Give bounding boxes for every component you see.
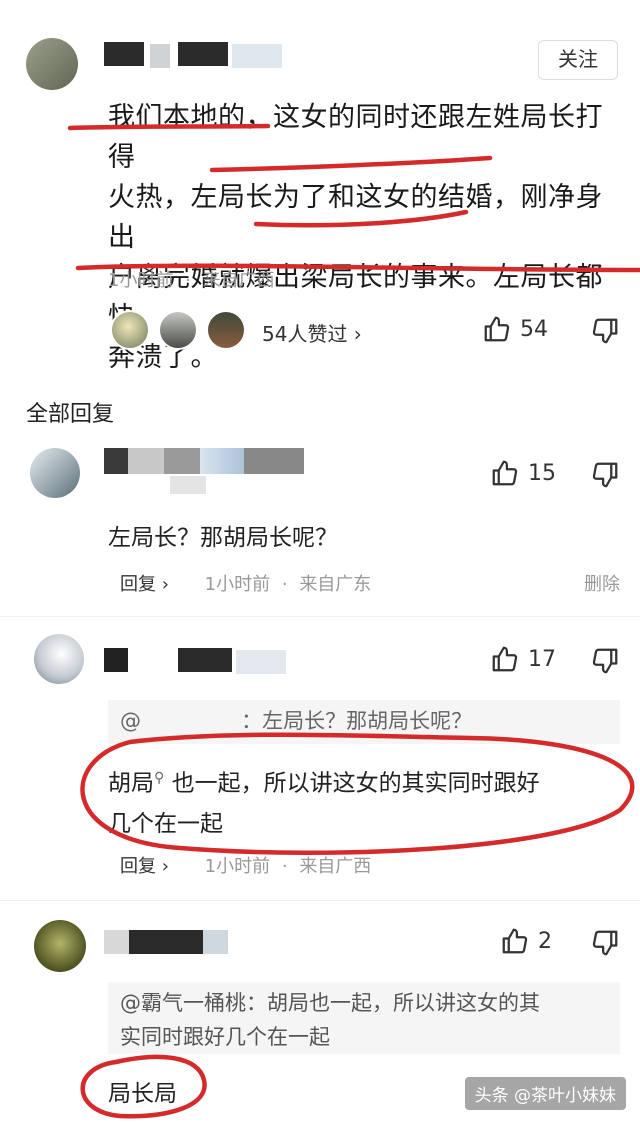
reply-avatar[interactable]: [34, 920, 86, 972]
author-avatar[interactable]: [26, 38, 78, 90]
thumbs-down-icon[interactable]: [590, 460, 620, 490]
reply-like-count: 2: [538, 928, 552, 954]
reply-meta: 回复 › 1小时前 · 来自广东 删除: [120, 570, 620, 596]
post-line: 火热，左局长为了和这女的结婚，刚净身出: [108, 182, 603, 253]
thumbs-down-icon[interactable]: [590, 646, 620, 676]
reply-time: 1小时前: [204, 574, 271, 595]
author-name-redacted-4: [232, 44, 282, 68]
divider: [0, 900, 640, 901]
thumbs-down-icon[interactable]: [590, 928, 620, 958]
liker-avatar[interactable]: [110, 310, 150, 350]
thumbs-up-icon: [492, 460, 518, 486]
quoted-reply-text: @ ：左局长？那胡局长呢？: [120, 709, 473, 733]
divider: [0, 616, 640, 617]
reply-name-redacted: [104, 648, 128, 672]
reply-time: 1小时前: [204, 856, 271, 877]
post-like-button[interactable]: 54: [482, 314, 548, 344]
reply-text-line: 几个在一起: [108, 810, 223, 837]
reply-like-count: 17: [528, 646, 556, 672]
quoted-line: 实同时跟好几个在一起: [120, 1025, 330, 1049]
reply-like-count: 15: [528, 460, 556, 486]
post-location: 来自广西: [202, 270, 275, 291]
reply-name-redacted-3: [236, 650, 286, 674]
quoted-line: @霸气一桶桃：胡局也一起，所以讲这女的其: [120, 991, 540, 1015]
reply-text: 左局长？那胡局长呢？: [108, 525, 338, 551]
quoted-reply-text: @霸气一桶桃：胡局也一起，所以讲这女的其 实同时跟好几个在一起: [120, 986, 620, 1054]
reply-button[interactable]: 回复 ›: [120, 574, 169, 595]
reply-like-button[interactable]: 15: [490, 458, 556, 488]
reply-name-redacted-sub: [170, 476, 206, 494]
reply-text-rest: 也一起，所以讲这女的其实同时跟好: [164, 770, 540, 797]
section-title: 全部回复: [26, 402, 115, 427]
follow-button[interactable]: 关注: [538, 40, 618, 80]
reply-name-redacted: [104, 930, 228, 954]
reply-like-button[interactable]: 2: [500, 926, 552, 956]
post-meta: 1小时前 · 来自广西: [108, 266, 275, 292]
post-like-count: 54: [520, 316, 548, 342]
reply-avatar[interactable]: [34, 634, 84, 684]
thumbs-up-icon: [484, 316, 510, 342]
reply-text-keyword: 胡局: [108, 770, 154, 797]
search-icon: ⚲: [154, 770, 165, 786]
reply-location: 来自广东: [299, 574, 372, 595]
post-time: 1小时前: [108, 270, 174, 291]
reply-avatar[interactable]: [30, 448, 80, 498]
liker-avatar[interactable]: [158, 310, 198, 350]
liker-avatar[interactable]: [206, 310, 246, 350]
watermark: 头条 @茶叶小妹妹: [464, 1077, 626, 1110]
reply-like-button[interactable]: 17: [490, 644, 556, 674]
author-name-redacted-2: [150, 44, 170, 68]
delete-button[interactable]: 删除: [584, 570, 620, 596]
reply-name-redacted: [104, 448, 304, 474]
post-line: 我们本地的，这女的同时还跟左姓局长打得: [108, 102, 603, 173]
reply-text: 局长局: [108, 1081, 177, 1107]
meta-dot: ·: [281, 856, 288, 877]
reply-button[interactable]: 回复 ›: [120, 856, 169, 877]
author-name-redacted-3: [178, 42, 228, 66]
reply-text: 胡局⚲ 也一起，所以讲这女的其实同时跟好 几个在一起: [108, 758, 618, 844]
meta-dot: ·: [185, 270, 191, 291]
meta-dot: ·: [281, 574, 288, 595]
reply-text-line: 胡局⚲ 也一起，所以讲这女的其实同时跟好: [108, 758, 618, 804]
reply-meta: 回复 › 1小时前 · 来自广西: [120, 852, 371, 878]
likers-link[interactable]: 54人赞过 ›: [262, 318, 362, 347]
thumbs-up-icon: [502, 928, 528, 954]
author-name-redacted: [104, 42, 144, 66]
reply-name-redacted-2: [178, 648, 232, 672]
reply-location: 来自广西: [299, 856, 372, 877]
thumbs-down-icon[interactable]: [590, 316, 620, 346]
thumbs-up-icon: [492, 646, 518, 672]
